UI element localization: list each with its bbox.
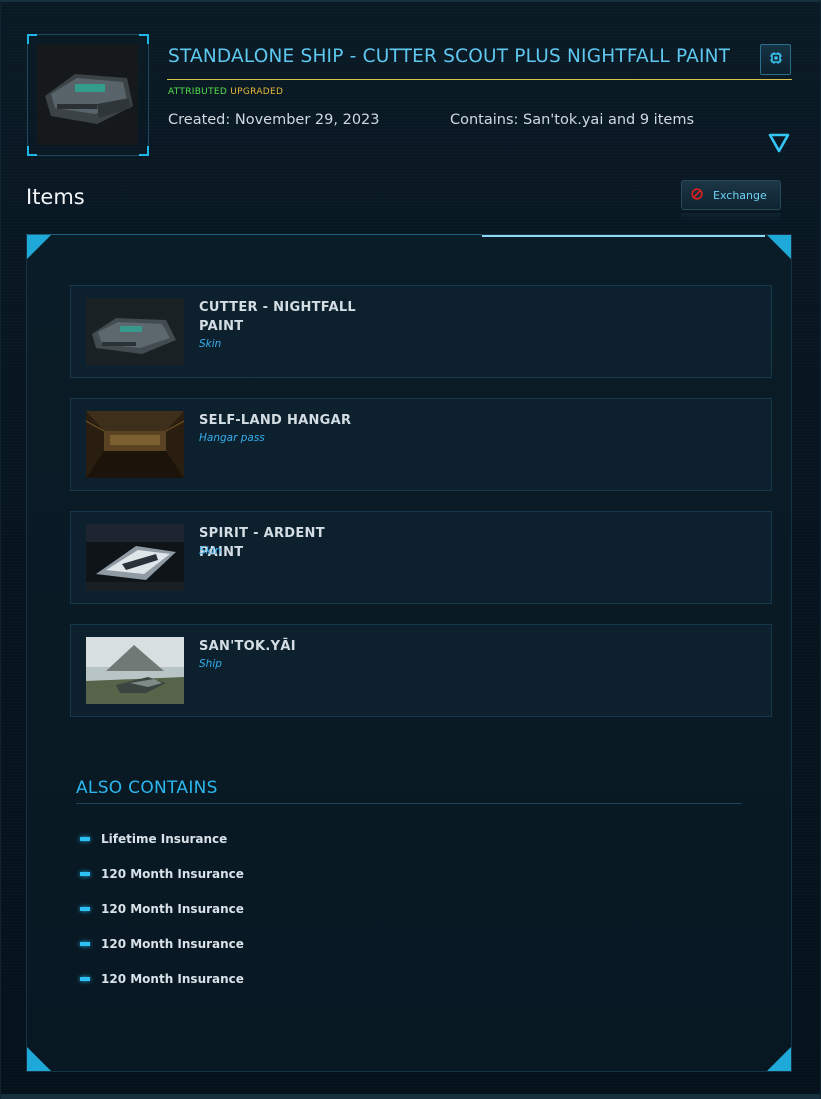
chip-button[interactable] xyxy=(760,44,791,75)
bullet-icon xyxy=(80,872,90,876)
prohibited-icon xyxy=(691,187,703,203)
triangle-down-icon xyxy=(768,133,790,157)
panel-corner-bottom-right xyxy=(767,1047,791,1071)
item-image-santokyai xyxy=(86,637,184,704)
contains-summary: Contains: San'tok.yai and 9 items xyxy=(450,112,694,128)
list-item[interactable]: SELF-LAND HANGAR Hangar pass xyxy=(70,398,772,491)
pledge-title: STANDALONE SHIP - CUTTER SCOUT PLUS NIGH… xyxy=(168,46,731,67)
status-upgraded: UPGRADED xyxy=(230,87,284,97)
item-type: Hangar pass xyxy=(199,432,265,444)
collapse-toggle[interactable] xyxy=(768,133,790,153)
insurance-label: 120 Month Insurance xyxy=(101,972,244,986)
list-item: 120 Month Insurance xyxy=(80,867,244,881)
title-underline xyxy=(167,79,792,80)
insurance-label: Lifetime Insurance xyxy=(101,832,228,846)
item-image-cutter-paint xyxy=(86,298,184,365)
bullet-icon xyxy=(80,942,90,946)
list-item: 120 Month Insurance xyxy=(80,972,244,986)
list-item[interactable]: CUTTER - NIGHTFALL PAINT Skin xyxy=(70,285,772,378)
bullet-icon xyxy=(80,837,90,841)
bullet-icon xyxy=(80,907,90,911)
exchange-label: Exchange xyxy=(713,188,767,202)
item-name: SELF-LAND HANGAR xyxy=(199,413,352,428)
list-item: 120 Month Insurance xyxy=(80,902,244,916)
pledge-thumbnail xyxy=(27,34,149,156)
item-type: Skin xyxy=(199,545,222,557)
panel-corner-top-left xyxy=(27,235,51,259)
insurance-label: 120 Month Insurance xyxy=(101,937,244,951)
created-date: Created: November 29, 2023 xyxy=(168,112,380,128)
pledge-status: ATTRIBUTED UPGRADED xyxy=(168,87,283,97)
exchange-button[interactable]: Exchange xyxy=(681,180,781,210)
item-type: Skin xyxy=(199,338,222,350)
list-item: 120 Month Insurance xyxy=(80,937,244,951)
item-name: CUTTER - NIGHTFALL PAINT xyxy=(199,300,357,334)
pledge-page: STANDALONE SHIP - CUTTER SCOUT PLUS NIGH… xyxy=(0,0,821,1099)
list-item: Lifetime Insurance xyxy=(80,832,227,846)
bullet-icon xyxy=(80,977,90,981)
insurance-label: 120 Month Insurance xyxy=(101,867,244,881)
exchange-button-shadow xyxy=(681,213,781,221)
list-item[interactable]: SAN'TOK.YĀI Ship xyxy=(70,624,772,717)
insurance-label: 120 Month Insurance xyxy=(101,902,244,916)
item-name: SAN'TOK.YĀI xyxy=(199,639,296,654)
status-attributed: ATTRIBUTED xyxy=(168,87,228,97)
items-heading: Items xyxy=(26,185,85,209)
also-contains-divider xyxy=(76,803,742,804)
chip-icon xyxy=(769,50,783,69)
panel-corner-bottom-left xyxy=(27,1047,51,1071)
item-name: SPIRIT - ARDENT PAINT xyxy=(199,526,325,560)
item-image-spirit-paint xyxy=(86,524,184,591)
panel-top-border xyxy=(26,234,482,235)
item-type: Ship xyxy=(199,658,222,670)
list-item[interactable]: SPIRIT - ARDENT PAINT Skin xyxy=(70,511,772,604)
item-image-hangar xyxy=(86,411,184,478)
cutter-ship-image xyxy=(37,44,138,145)
panel-corner-top-right xyxy=(767,235,791,259)
also-contains-heading: ALSO CONTAINS xyxy=(76,778,218,798)
panel-top-highlight xyxy=(482,235,765,237)
